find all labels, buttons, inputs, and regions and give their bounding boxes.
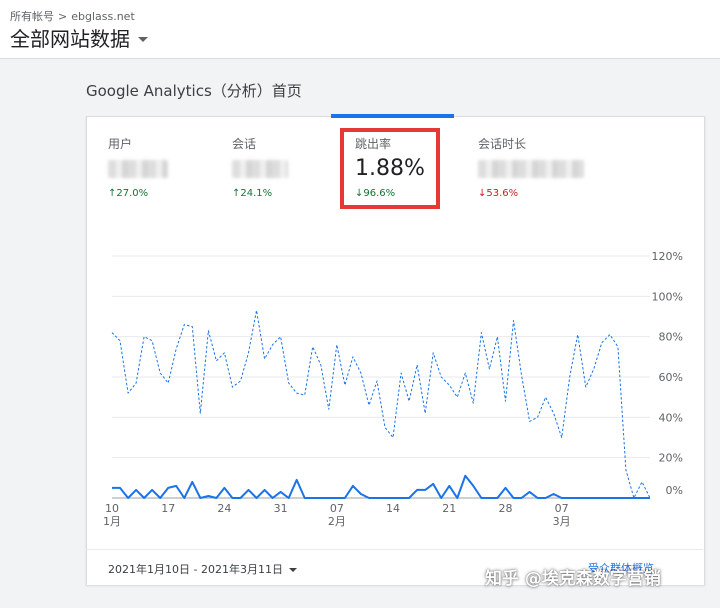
x-tick-label: 17: [161, 502, 175, 515]
y-tick-label: 120%: [652, 250, 683, 263]
x-tick-label: 07: [555, 502, 569, 515]
footer-divider: [86, 549, 703, 550]
x-tick-label: 14: [386, 502, 400, 515]
x-axis-labels: 101月17 24 31 072月14 21 28 073月: [103, 502, 571, 528]
y-tick-label: 80%: [659, 331, 683, 344]
chart-series: [111, 309, 651, 499]
y-tick-label: 100%: [652, 290, 683, 303]
x-tick-label: 10: [105, 502, 119, 515]
y-tick-label: 20%: [659, 452, 683, 465]
x-tick-month: 2月: [328, 515, 346, 528]
x-tick-label: 28: [498, 502, 512, 515]
date-range-selector[interactable]: 2021年1月10日 - 2021年3月11日: [108, 561, 297, 577]
x-tick-label: 21: [442, 502, 456, 515]
x-tick-label: 24: [217, 502, 231, 515]
chevron-down-icon[interactable]: [288, 567, 297, 572]
x-tick-label: 07: [330, 502, 344, 515]
x-tick-month: 1月: [103, 515, 121, 528]
y-tick-label: 60%: [659, 371, 683, 384]
watermark: 知乎 @埃克森数字营销: [485, 569, 661, 589]
x-tick-month: 3月: [553, 515, 571, 528]
line-chart: 0%20%40%60%80%100%120% 101月17 24 31 072月14 2…: [103, 250, 683, 528]
x-tick-label: 31: [274, 502, 288, 515]
y-axis-labels: 0% 20% 40% 60% 80% 100% 120%: [652, 250, 683, 497]
y-tick-label: 40%: [659, 411, 683, 424]
series-line-solid: [112, 474, 650, 499]
series-line-dashed: [111, 309, 651, 499]
y-tick-label: 0%: [666, 484, 683, 497]
date-range-label[interactable]: 2021年1月10日 - 2021年3月11日: [108, 561, 283, 577]
